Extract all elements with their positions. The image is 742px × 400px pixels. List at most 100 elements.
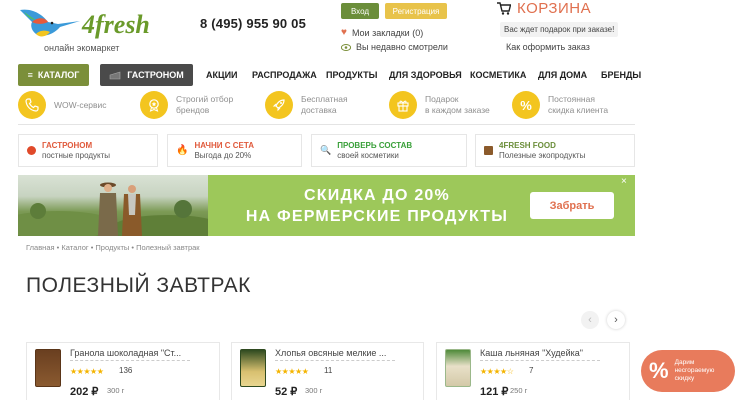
- product-weight: 300 г: [305, 386, 323, 395]
- feature-line2: доставка: [301, 105, 337, 115]
- catalog-label: КАТАЛОГ: [37, 70, 80, 80]
- promo-card-title: 4FRESH FOOD: [499, 140, 556, 150]
- promo-card-title: НАЧНИ С СЕТА: [194, 140, 255, 150]
- review-count: 11: [324, 366, 333, 375]
- product-name[interactable]: Каша льняная "Худейка": [480, 348, 600, 361]
- percent-icon: %: [512, 91, 540, 119]
- product-weight: 300 г: [107, 386, 125, 395]
- tomato-icon: [27, 146, 36, 155]
- food-box-icon: [484, 146, 493, 155]
- promo-card-subtitle: Полезные экопродукты: [499, 150, 586, 160]
- rating-stars: ★★★★★: [70, 367, 104, 376]
- promo-card-title: ПРОВЕРЬ СОСТАВ: [337, 140, 413, 150]
- product-image: [445, 349, 471, 387]
- gastronom-label: ГАСТРОНОМ: [127, 70, 184, 80]
- menu-icon: ≡: [27, 70, 33, 80]
- chevron-left-icon: ‹: [588, 314, 592, 326]
- feature-line2: брендов: [176, 105, 210, 115]
- rocket-icon: [265, 91, 293, 119]
- nav-item-home[interactable]: ДЛЯ ДОМА: [538, 70, 587, 80]
- cart-link[interactable]: КОРЗИНА: [497, 0, 591, 17]
- promo-card-set[interactable]: 🔥 НАЧНИ С СЕТА Выгода до 20%: [167, 134, 302, 167]
- rating-stars: ★★★★☆: [480, 367, 514, 376]
- gastronom-button[interactable]: ГАСТРОНОМ: [100, 64, 193, 86]
- product-card[interactable]: Каша льняная "Худейка" ★★★★☆ 7 121 ₽ 250…: [436, 342, 630, 400]
- nav-item-products[interactable]: ПРОДУКТЫ: [326, 70, 377, 80]
- feature-brand-selection: Строгий отбор брендов: [140, 91, 233, 119]
- medal-icon: [140, 91, 168, 119]
- close-icon[interactable]: ×: [621, 176, 627, 187]
- review-count: 136: [119, 366, 133, 375]
- feature-line1: WOW-сервис: [54, 99, 107, 110]
- product-price: 121 ₽: [480, 386, 509, 398]
- flame-icon: 🔥: [176, 145, 189, 156]
- product-card[interactable]: Гранола шоколадная "Ст... ★★★★★ 136 202 …: [26, 342, 220, 400]
- login-button[interactable]: Вход: [341, 3, 379, 19]
- product-price: 52 ₽: [275, 386, 298, 398]
- heart-icon: ♥: [341, 27, 347, 38]
- farmers-photo: [18, 175, 223, 236]
- cart-icon: [497, 2, 511, 15]
- banner-line2: НА ФЕРМЕРСКИЕ ПРОДУКТЫ: [245, 208, 509, 225]
- logo-text: 4fresh: [82, 10, 150, 39]
- feature-line2: в каждом заказе: [425, 105, 490, 115]
- bookmarks-link[interactable]: ♥ Мои закладки (0): [341, 27, 423, 38]
- phone-icon: [18, 91, 46, 119]
- product-name[interactable]: Хлопья овсяные мелкие ...: [275, 348, 395, 361]
- promo-card-subtitle: Выгода до 20%: [194, 150, 252, 160]
- feature-line2: скидка клиента: [548, 105, 609, 115]
- tagline: онлайн экомаркет: [44, 43, 120, 53]
- product-image: [240, 349, 266, 387]
- feature-line1: Бесплатная: [301, 94, 348, 104]
- cheese-icon: [109, 71, 121, 79]
- product-name[interactable]: Гранола шоколадная "Ст...: [70, 348, 190, 361]
- product-weight: 250 г: [510, 386, 528, 395]
- promo-banner[interactable]: СКИДКА ДО 20% НА ФЕРМЕРСКИЕ ПРОДУКТЫ Заб…: [18, 175, 635, 236]
- promo-card-subtitle: постные продукты: [42, 150, 111, 160]
- register-button[interactable]: Регистрация: [385, 3, 447, 19]
- product-price: 202 ₽: [70, 386, 99, 398]
- magnifier-icon: 🔍: [320, 145, 332, 155]
- eye-icon: [341, 43, 351, 51]
- discount-line3: скидку: [674, 375, 695, 382]
- feature-wow-service: WOW-сервис: [18, 91, 107, 119]
- feature-client-discount: % Постоянная скидка клиента: [512, 91, 608, 119]
- banner-headline: СКИДКА ДО 20% НА ФЕРМЕРСКИЕ ПРОДУКТЫ: [228, 185, 526, 227]
- promo-card-4fresh-food[interactable]: 4FRESH FOOD Полезные экопродукты: [475, 134, 635, 167]
- bookmarks-label: Мои закладки (0): [351, 27, 424, 38]
- nav-item-clearance[interactable]: РАСПРОДАЖА: [252, 70, 317, 80]
- chevron-right-icon: ›: [614, 314, 618, 326]
- feature-line1: Строгий отбор: [176, 94, 234, 104]
- promo-card-gastronom[interactable]: ГАСТРОНОМ постные продукты: [18, 134, 158, 167]
- how-to-order-link[interactable]: Как оформить заказ: [506, 42, 590, 52]
- catalog-button[interactable]: ≡ КАТАЛОГ: [18, 64, 89, 86]
- discount-line2: несгораемую: [674, 367, 715, 374]
- review-count: 7: [529, 366, 534, 375]
- page-title: ПОЛЕЗНЫЙ ЗАВТРАК: [26, 274, 251, 297]
- gift-icon: [389, 91, 417, 119]
- nav-item-cosmetics[interactable]: КОСМЕТИКА: [470, 70, 526, 80]
- percent-icon: %: [649, 358, 669, 383]
- feature-gift: Подарок в каждом заказе: [389, 91, 490, 119]
- recently-viewed-link[interactable]: Вы недавно смотрели: [341, 42, 448, 52]
- carousel-prev-button[interactable]: ‹: [581, 311, 599, 329]
- cart-label: КОРЗИНА: [517, 0, 592, 17]
- nav-item-sales[interactable]: АКЦИИ: [206, 70, 238, 80]
- breadcrumb[interactable]: Главная • Каталог • Продукты • Полезный …: [26, 243, 200, 252]
- hummingbird-logo-icon: [20, 9, 80, 37]
- rating-stars: ★★★★★: [275, 367, 309, 376]
- claim-discount-button[interactable]: Забрать: [530, 192, 614, 219]
- nav-item-health[interactable]: ДЛЯ ЗДОРОВЬЯ: [389, 70, 462, 80]
- product-card[interactable]: Хлопья овсяные мелкие ... ★★★★★ 11 52 ₽ …: [231, 342, 424, 400]
- banner-line1: СКИДКА ДО 20%: [304, 187, 450, 204]
- discount-line1: Дарим: [674, 359, 695, 366]
- phone-number[interactable]: 8 (495) 955 90 05: [200, 16, 306, 31]
- discount-badge[interactable]: % Дарим несгораемую скидку: [641, 350, 735, 392]
- nav-item-brands[interactable]: БРЕНДЫ: [601, 70, 641, 80]
- promo-card-subtitle: своей косметики: [337, 150, 399, 160]
- promo-card-check-ingredients[interactable]: 🔍 ПРОВЕРЬ СОСТАВ своей косметики: [311, 134, 467, 167]
- carousel-next-button[interactable]: ›: [607, 311, 625, 329]
- recent-label: Вы недавно смотрели: [356, 42, 448, 52]
- product-image: [35, 349, 61, 387]
- divider: [18, 124, 635, 125]
